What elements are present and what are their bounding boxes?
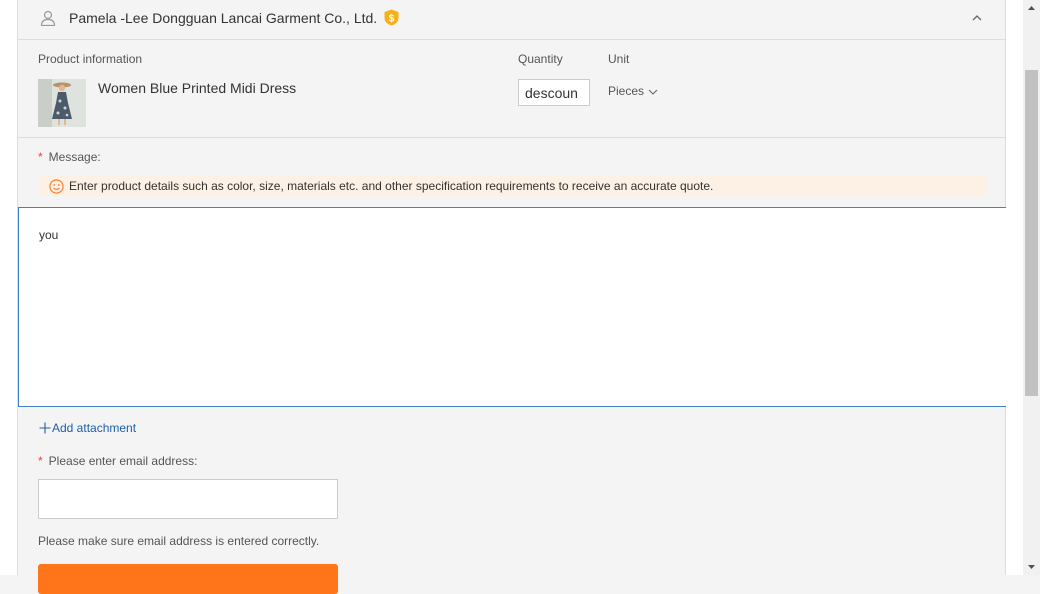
page-margin-right (1006, 0, 1023, 575)
send-inquiry-button[interactable] (38, 564, 338, 594)
user-icon (40, 10, 56, 26)
add-attachment-link[interactable]: Add attachment (39, 421, 136, 435)
section-divider (18, 137, 1005, 138)
scroll-down-arrow-icon[interactable] (1023, 558, 1040, 575)
supplier-header: Pamela -Lee Dongguan Lancai Garment Co.,… (18, 0, 1005, 40)
unit-value: Pieces (608, 84, 645, 98)
svg-text:$: $ (389, 14, 395, 25)
chevron-up-icon[interactable] (969, 10, 985, 26)
message-tip: Enter product details such as color, siz… (39, 176, 987, 196)
required-mark: * (38, 454, 43, 468)
smiley-icon (49, 179, 64, 194)
page-margin-left (0, 0, 17, 575)
plus-icon (39, 422, 51, 434)
required-mark: * (38, 150, 43, 164)
inquiry-form: Pamela -Lee Dongguan Lancai Garment Co.,… (17, 0, 1007, 594)
scrollbar-thumb[interactable] (1025, 70, 1038, 396)
gold-supplier-badge-icon: $ (384, 9, 399, 26)
unit-label: Unit (608, 52, 630, 66)
dress-image (38, 79, 86, 127)
product-info-label: Product information (38, 52, 143, 66)
unit-dropdown[interactable]: Pieces (608, 84, 658, 98)
email-label: Please enter email address: (48, 454, 198, 468)
email-hint: Please make sure email address is entere… (38, 534, 320, 548)
add-attachment-label: Add attachment (52, 421, 137, 435)
product-name[interactable]: Women Blue Printed Midi Dress (98, 80, 296, 96)
product-thumbnail[interactable] (38, 79, 86, 127)
tip-text: Enter product details such as color, siz… (69, 179, 714, 193)
quantity-input[interactable] (518, 79, 590, 106)
quantity-label: Quantity (518, 52, 563, 66)
message-textarea[interactable]: you (18, 207, 1007, 407)
email-label-row: * Please enter email address: (38, 454, 197, 468)
chevron-down-icon (648, 89, 658, 95)
scroll-up-arrow-icon[interactable] (1023, 0, 1040, 17)
email-input[interactable] (38, 479, 338, 519)
supplier-name: Pamela -Lee Dongguan Lancai Garment Co.,… (69, 10, 378, 26)
message-label: Message: (48, 150, 101, 164)
message-label-row: * Message: (38, 150, 101, 164)
